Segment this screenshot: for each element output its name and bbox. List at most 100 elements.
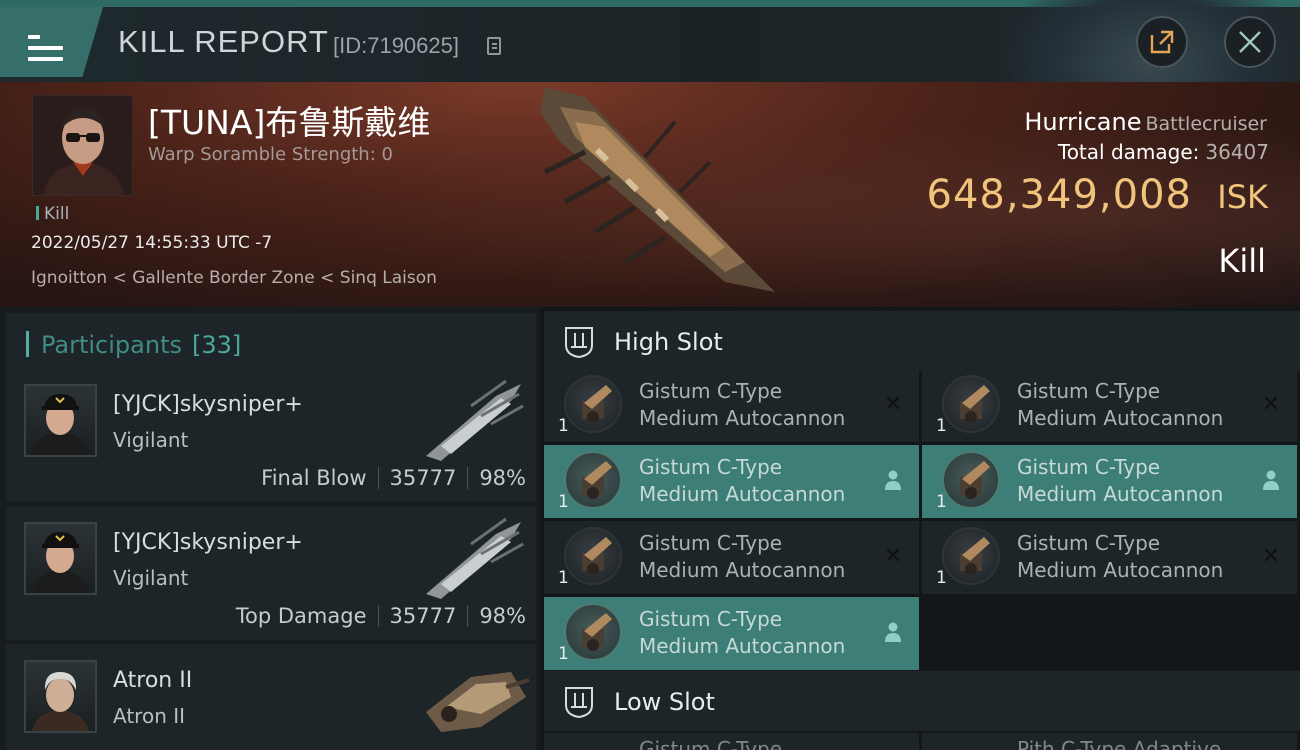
autocannon-icon	[942, 527, 1000, 585]
module-item[interactable]: Gistum C-Type	[544, 733, 919, 750]
x-mark-icon: ✕	[1261, 392, 1281, 417]
participant-avatar[interactable]	[24, 522, 97, 595]
close-button[interactable]	[1224, 16, 1276, 68]
module-item[interactable]: 1 Gistum C-Type Medium Autocannon ✕	[544, 369, 919, 442]
slot-emblem-icon	[565, 327, 593, 359]
slot-emblem-icon	[565, 687, 593, 719]
module-item[interactable]: 1 Gistum C-Type Medium Autocannon	[544, 445, 919, 518]
ship-class-text: Battlecruiser	[1145, 113, 1267, 135]
participant-damage: 35777	[389, 466, 457, 490]
participant-percent: 98%	[479, 604, 526, 628]
high-slot-title: High Slot	[614, 328, 723, 356]
module-item[interactable]: 1 Gistum C-Type Medium Autocannon ✕	[922, 521, 1297, 594]
low-slot-title: Low Slot	[614, 688, 715, 716]
module-quantity: 1	[936, 492, 947, 512]
copy-icon[interactable]	[487, 37, 501, 55]
total-damage-value: 36407	[1205, 140, 1269, 164]
autocannon-icon	[942, 375, 1000, 433]
isk-value: 648,349,008	[926, 172, 1192, 218]
total-damage: Total damage: 36407	[1058, 140, 1269, 164]
victim-ship-illustration[interactable]	[525, 82, 785, 297]
participant-name: [YJCK]skysniper+	[113, 392, 303, 417]
module-quantity: 1	[936, 568, 947, 588]
module-item[interactable]: 1 Gistum C-Type Medium Autocannon	[922, 445, 1297, 518]
victim-name[interactable]: [TUNA]布鲁斯戴维	[148, 96, 430, 144]
module-name-line2: Medium Autocannon	[639, 558, 846, 582]
participants-panel[interactable]: Participants [33] [YJCK]skysniper+ Vigil…	[0, 307, 540, 750]
menu-button[interactable]	[0, 7, 103, 77]
victim-banner: [TUNA]布鲁斯戴维 Warp Soramble Strength: 0 Ki…	[0, 82, 1300, 307]
kill-location[interactable]: Ignoitton < Gallente Border Zone < Sinq …	[31, 268, 437, 288]
person-icon	[881, 621, 905, 645]
module-name-line1: Pith C-Type Adaptive	[1017, 737, 1222, 750]
person-icon	[1259, 469, 1283, 493]
stats-divider	[377, 467, 379, 489]
participants-label: Participants	[41, 331, 182, 359]
module-quantity: 1	[558, 568, 569, 588]
x-mark-icon: ✕	[883, 544, 903, 569]
page-title: KILL REPORT	[118, 24, 329, 59]
module-item[interactable]: 1 Gistum C-Type Medium Autocannon ✕	[544, 521, 919, 594]
module-name-line2: Medium Autocannon	[639, 406, 846, 430]
module-quantity: 1	[558, 416, 569, 436]
participant-stats: Final Blow 35777 98%	[261, 466, 526, 490]
autocannon-icon	[564, 375, 622, 433]
module-name-line2: Medium Autocannon	[639, 482, 846, 506]
participant-percent: 98%	[479, 466, 526, 490]
module-quantity: 1	[558, 644, 569, 664]
module-item[interactable]: 1 Gistum C-Type Medium Autocannon ✕	[922, 369, 1297, 442]
warp-scramble-strength: Warp Soramble Strength: 0	[148, 144, 393, 165]
participant-name: [YJCK]skysniper+	[113, 530, 303, 555]
participant-avatar[interactable]	[24, 384, 97, 457]
participant-avatar[interactable]	[24, 660, 97, 733]
module-name-line1: Gistum C-Type	[639, 379, 783, 403]
module-name-line1: Gistum C-Type	[1017, 379, 1161, 403]
participant-avatar-art	[32, 394, 89, 455]
participant-row[interactable]: [YJCK]skysniper+ Vigilant Final Blow 3577…	[6, 368, 536, 502]
participant-ship-image[interactable]	[411, 514, 531, 604]
module-item[interactable]: 1 Gistum C-Type Medium Autocannon	[544, 597, 919, 670]
module-name-line1: Gistum C-Type	[1017, 531, 1161, 555]
participant-row[interactable]: Atron II Atron II	[6, 644, 536, 750]
victim-portrait-art	[33, 96, 132, 195]
high-slot-header[interactable]: High Slot	[544, 311, 1300, 371]
participant-ship-image[interactable]	[411, 376, 531, 466]
total-damage-label: Total damage:	[1057, 140, 1200, 164]
participant-ship: Atron II	[113, 704, 186, 728]
participant-damage: 35777	[389, 604, 457, 628]
participant-avatar-art	[32, 532, 89, 593]
module-item[interactable]: Pith C-Type Adaptive	[922, 733, 1297, 750]
participant-ship: Vigilant	[113, 428, 189, 452]
participant-row[interactable]: [YJCK]skysniper+ Vigilant Top Damage 3577…	[6, 506, 536, 640]
low-slot-header[interactable]: Low Slot	[544, 671, 1300, 731]
autocannon-icon	[564, 527, 622, 585]
participant-ship: Vigilant	[113, 566, 189, 590]
close-icon	[1239, 31, 1261, 53]
module-name-line1: Gistum C-Type	[639, 531, 783, 555]
module-quantity: 1	[936, 416, 947, 436]
kill-tag: Kill	[36, 204, 69, 224]
participant-ship-image[interactable]	[411, 652, 531, 742]
stats-divider	[377, 605, 379, 627]
module-name-line2: Medium Autocannon	[639, 634, 846, 658]
module-name-line2: Medium Autocannon	[1017, 558, 1224, 582]
share-button[interactable]	[1136, 16, 1188, 68]
autocannon-icon	[564, 451, 622, 509]
ship-name-text: Hurricane	[1024, 108, 1142, 136]
victim-ship-name[interactable]: Hurricane Battlecruiser	[1024, 108, 1267, 136]
stats-divider	[467, 467, 469, 489]
module-name-line1: Gistum C-Type	[639, 607, 783, 631]
module-name-line1: Gistum C-Type	[639, 737, 783, 750]
participant-role: Final Blow	[261, 466, 367, 490]
module-quantity: 1	[558, 492, 569, 512]
x-mark-icon: ✕	[883, 392, 903, 417]
header-bar: KILL REPORT [ID:7190625]	[0, 0, 1300, 82]
module-name-line2: Medium Autocannon	[1017, 406, 1224, 430]
fitting-panel[interactable]: High Slot 1 Gistum C-Type Medium Autocan…	[540, 307, 1300, 750]
autocannon-icon	[942, 451, 1000, 509]
participant-stats: Top Damage 35777 98%	[236, 604, 526, 628]
victim-portrait[interactable]	[32, 95, 133, 196]
participant-avatar-art	[32, 672, 89, 731]
autocannon-icon	[564, 603, 622, 661]
participant-name: Atron II	[113, 668, 193, 693]
